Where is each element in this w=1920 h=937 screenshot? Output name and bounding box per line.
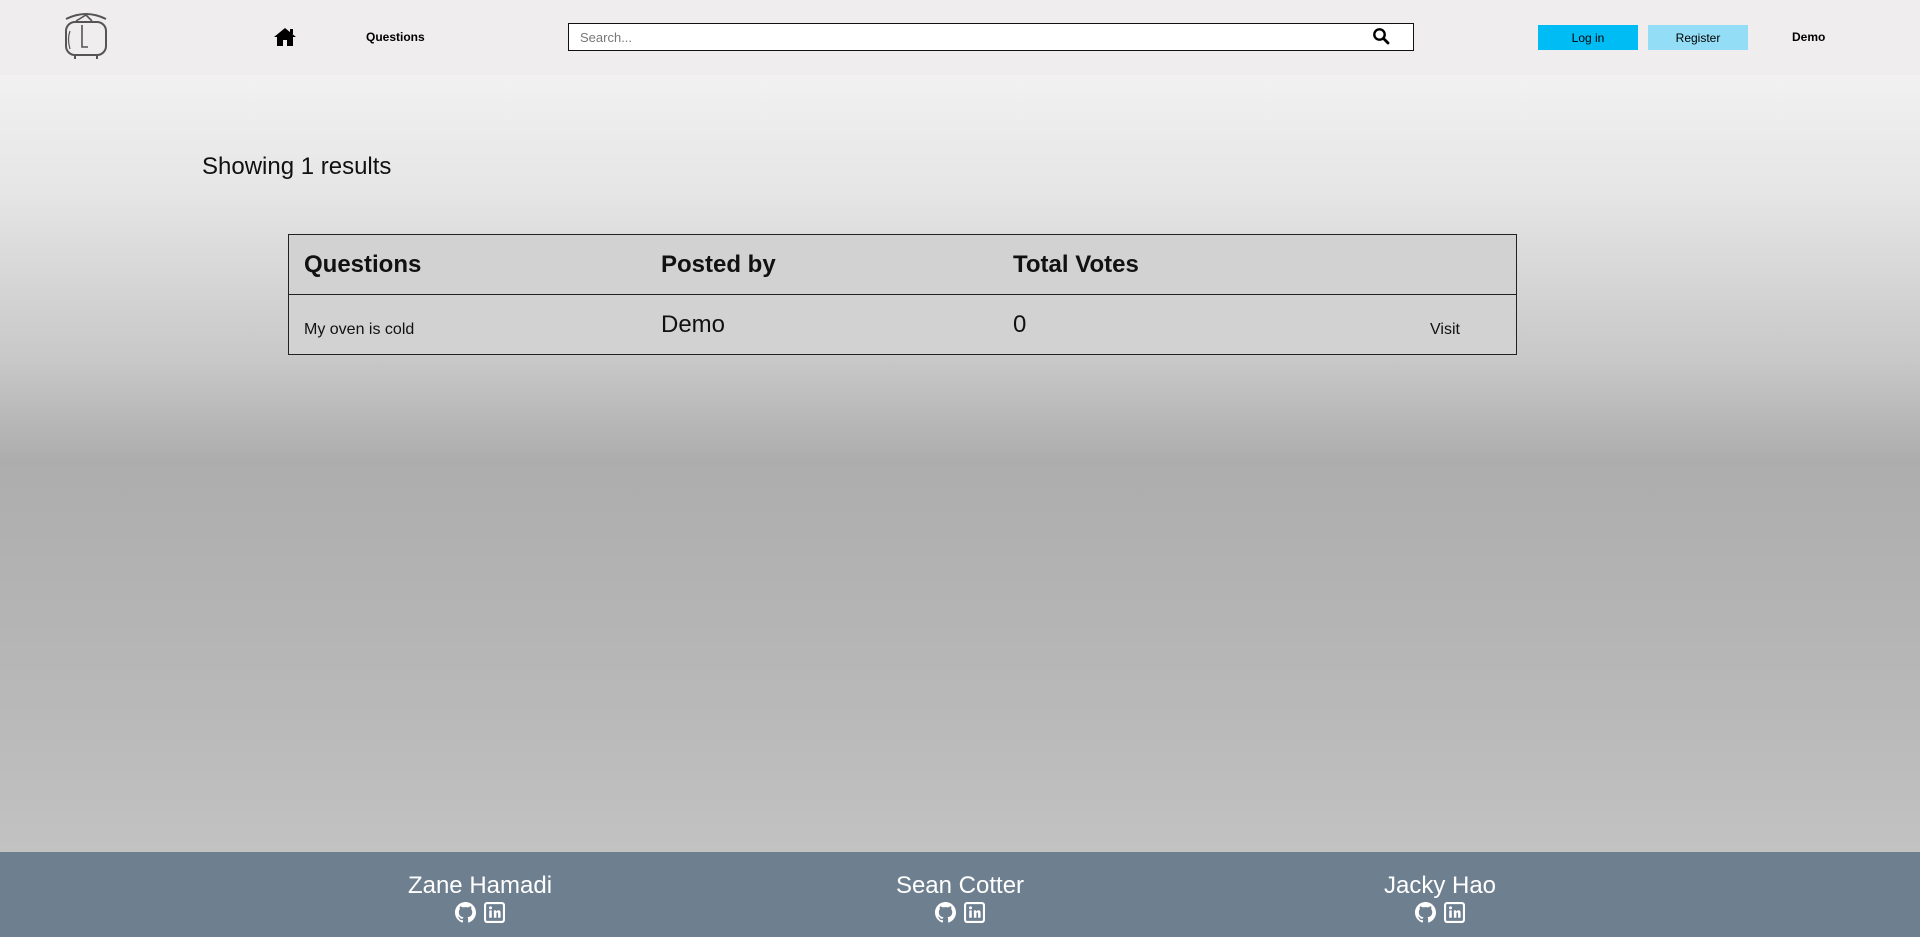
pot-logo-icon[interactable] xyxy=(62,11,110,61)
developer-name: Jacky Hao xyxy=(1383,872,1497,899)
table-header-row: Questions Posted by Total Votes xyxy=(289,235,1516,295)
search-bar xyxy=(568,23,1414,51)
search-button[interactable] xyxy=(1371,27,1391,47)
home-icon[interactable] xyxy=(272,26,298,48)
github-icon[interactable] xyxy=(455,902,476,923)
question-title: My oven is cold xyxy=(304,321,415,338)
developer-name: Zane Hamadi xyxy=(407,872,553,899)
linkedin-icon[interactable] xyxy=(1444,902,1465,923)
developer-credit: Jacky Hao xyxy=(1320,872,1560,923)
visit-question-link[interactable]: Visit xyxy=(1430,321,1460,339)
register-button[interactable]: Register xyxy=(1648,25,1748,50)
nav-questions-link[interactable]: Questions xyxy=(366,30,425,44)
developer-credit: Sean Cotter xyxy=(840,872,1080,923)
column-header-total-votes: Total Votes xyxy=(1013,251,1139,278)
github-icon[interactable] xyxy=(935,902,956,923)
developer-credit: Zane Hamadi xyxy=(360,872,600,923)
vote-count: 0 xyxy=(1013,311,1027,338)
results-heading: Showing 1 results xyxy=(202,153,392,180)
posted-by-user: Demo xyxy=(661,311,726,338)
search-input[interactable] xyxy=(569,24,1369,50)
navbar: Questions Log in Register Demo xyxy=(0,0,1920,75)
search-icon xyxy=(1373,28,1390,45)
github-icon[interactable] xyxy=(1415,902,1436,923)
developer-name: Sean Cotter xyxy=(895,872,1025,899)
user-profile-link[interactable]: Demo xyxy=(1792,30,1825,44)
linkedin-icon[interactable] xyxy=(484,902,505,923)
column-header-questions: Questions xyxy=(304,251,422,278)
login-button[interactable]: Log in xyxy=(1538,25,1638,50)
footer: Zane Hamadi Sean Cotter Jacky Hao xyxy=(0,852,1920,937)
column-header-posted-by: Posted by xyxy=(661,251,776,278)
linkedin-icon[interactable] xyxy=(964,902,985,923)
results-table: Questions Posted by Total Votes My oven … xyxy=(288,234,1517,355)
table-row: My oven is cold Demo 0 Visit xyxy=(289,295,1516,354)
